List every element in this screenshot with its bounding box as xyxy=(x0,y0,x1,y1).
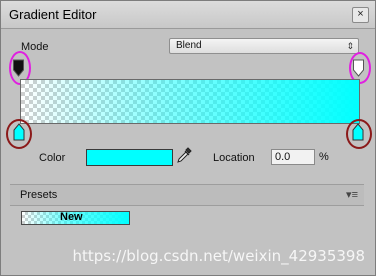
preset-new-label: New xyxy=(60,211,83,223)
location-unit: % xyxy=(319,151,329,163)
gradient-preview-bar[interactable] xyxy=(20,79,360,124)
mode-dropdown-value: Blend xyxy=(176,40,202,51)
watermark-text: https://blog.csdn.net/weixin_42935398 xyxy=(72,247,365,265)
mode-dropdown[interactable]: Blend ⇕ xyxy=(169,38,359,54)
location-label: Location xyxy=(213,152,255,164)
presets-menu-icon[interactable]: ▾≡ xyxy=(346,188,358,201)
presets-title: Presets xyxy=(20,189,58,201)
eyedropper-icon[interactable] xyxy=(176,146,192,164)
close-button[interactable]: × xyxy=(352,7,369,23)
title-bar[interactable]: Gradient Editor × xyxy=(1,1,375,29)
color-stop-right-icon[interactable] xyxy=(352,123,364,141)
alpha-stop-right-icon[interactable] xyxy=(353,59,364,77)
gradient-editor-window: Gradient Editor × Mode Blend ⇕ Color Loc… xyxy=(0,0,376,276)
dropdown-arrow-icon: ⇕ xyxy=(346,41,354,51)
preset-new-swatch[interactable]: New xyxy=(21,211,130,225)
location-value: 0.0 xyxy=(275,151,291,163)
color-label: Color xyxy=(39,152,66,164)
alpha-stop-left-icon[interactable] xyxy=(13,59,24,77)
location-input[interactable]: 0.0 xyxy=(271,149,315,165)
window-title: Gradient Editor xyxy=(9,7,97,22)
mode-label: Mode xyxy=(21,41,49,53)
color-stop-left-icon[interactable] xyxy=(13,123,25,141)
color-swatch[interactable] xyxy=(86,149,173,166)
presets-header[interactable]: Presets ▾≡ xyxy=(10,184,364,206)
